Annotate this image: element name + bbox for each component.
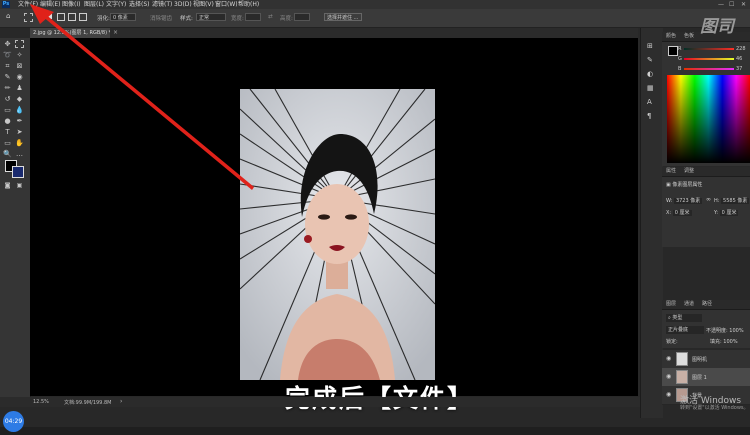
blend-mode-select[interactable]: 正片叠底: [666, 326, 704, 334]
character-icon[interactable]: A: [647, 98, 652, 106]
x-field[interactable]: X: 0 厘米: [666, 209, 692, 216]
tab-channels[interactable]: 通道: [684, 300, 694, 309]
status-bar: 12.5% 文档:99.9M/199.8M ›: [0, 397, 640, 407]
color-spectrum[interactable]: [667, 75, 750, 163]
search-icon: ⌕: [668, 315, 671, 321]
tab-paths[interactable]: 路径: [702, 300, 712, 309]
green-slider[interactable]: G 46: [666, 56, 746, 63]
blue-value[interactable]: 37: [736, 66, 742, 72]
tab-color[interactable]: 颜色: [666, 32, 676, 41]
tab-swatches[interactable]: 色板: [684, 32, 694, 41]
annotation-arrow: [30, 4, 254, 190]
layer-row[interactable]: ◉ 图层 1: [662, 368, 750, 387]
green-value[interactable]: 46: [736, 56, 742, 62]
properties-panel: 属性 调整 ▣ 像素图层属性 W: 3723 像素 ∞ H: 5585 像素 X…: [662, 167, 750, 247]
opacity-field[interactable]: 不透明度: 100%: [706, 327, 744, 334]
visibility-eye-icon[interactable]: ◉: [666, 373, 671, 380]
layer-name: 图层 1: [692, 375, 707, 381]
layer-name: 图明机: [692, 357, 708, 363]
zoom-level[interactable]: 12.5%: [33, 399, 49, 405]
layer-thumbnail: [676, 370, 688, 384]
tab-layers[interactable]: 图层: [666, 300, 676, 309]
swatches-icon[interactable]: ▦: [647, 84, 654, 92]
visibility-eye-icon[interactable]: ◉: [666, 355, 671, 362]
history-icon[interactable]: ⊞: [647, 42, 653, 50]
properties-tabs: 属性 调整: [662, 167, 750, 177]
adjustments-icon[interactable]: ◐: [647, 70, 653, 78]
red-value[interactable]: 228: [736, 46, 746, 52]
y-field[interactable]: Y: 0 厘米: [714, 209, 739, 216]
layer-type-icon: ▣: [666, 182, 671, 188]
red-slider[interactable]: R 228: [666, 46, 746, 53]
brush-settings-icon[interactable]: ✎: [647, 56, 653, 64]
width-field[interactable]: W: 3723 像素: [666, 197, 703, 204]
height-field[interactable]: H: 5585 像素: [714, 197, 750, 204]
lock-label: 锁定:: [666, 339, 678, 345]
layer-row[interactable]: ◉ 图明机: [662, 350, 750, 369]
windows-activation-subtitle: 转到"设置"以激活 Windows。: [680, 405, 749, 411]
layer-thumbnail: [676, 352, 688, 366]
layers-panel: 图层 通道 路径 ⌕ 类型 正片叠底 不透明度: 100% 锁定: 填充: 10…: [662, 300, 750, 348]
pixel-layer-heading: ▣ 像素图层属性: [666, 182, 703, 188]
layer-filter-select[interactable]: ⌕ 类型: [666, 314, 702, 322]
blue-slider[interactable]: B 37: [666, 66, 746, 73]
document-info[interactable]: 文档:99.9M/199.8M: [64, 399, 111, 406]
visibility-eye-icon[interactable]: ◉: [666, 391, 671, 398]
video-timer: 04:29: [3, 411, 24, 432]
fill-field[interactable]: 填充: 100%: [710, 338, 738, 345]
status-arrow-icon[interactable]: ›: [120, 398, 122, 405]
tab-properties[interactable]: 属性: [666, 167, 676, 176]
tab-adjustments[interactable]: 调整: [684, 167, 694, 176]
link-icon[interactable]: ∞: [706, 196, 711, 203]
panel-icon-strip: ⊞ ✎ ◐ ▦ A ¶: [640, 28, 663, 418]
watermark-logo: 图司: [700, 17, 734, 37]
layers-tabs: 图层 通道 路径: [662, 300, 750, 310]
paragraph-icon[interactable]: ¶: [647, 112, 651, 120]
taskbar: [0, 427, 750, 435]
